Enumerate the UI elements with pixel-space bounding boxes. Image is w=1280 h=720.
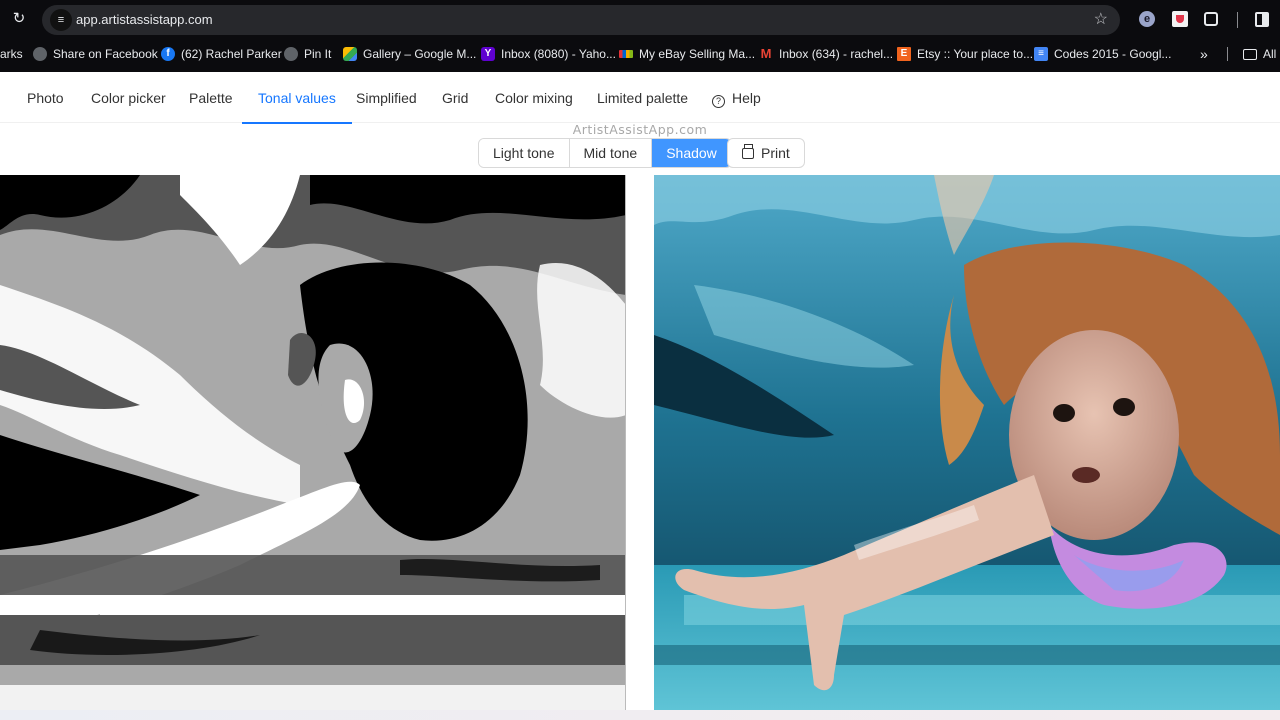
all-bookmarks-label: All xyxy=(1263,47,1277,61)
photo-illustration xyxy=(654,175,1280,710)
question-circle-icon: ? xyxy=(712,95,725,108)
mid-tone-button[interactable]: Mid tone xyxy=(569,139,653,167)
bookmark-label: Gallery – Google M... xyxy=(363,47,477,61)
print-label: Print xyxy=(761,145,790,161)
google-maps-icon xyxy=(343,47,357,61)
tab-grid[interactable]: Grid xyxy=(442,74,468,123)
bookmark-label: Codes 2015 - Googl... xyxy=(1054,47,1172,61)
star-icon[interactable]: ☆ xyxy=(1094,5,1108,35)
shadow-button[interactable]: Shadow xyxy=(652,139,731,167)
site-info-icon[interactable]: ≡ xyxy=(50,9,72,31)
bookmarks-divider xyxy=(1227,47,1228,61)
browser-chrome: ↻ ≡ app.artistassistapp.com ☆ e arks Sha… xyxy=(0,0,1280,72)
app-nav-tabs: Photo Color picker Palette Tonal values … xyxy=(0,74,1280,124)
bookmark-item[interactable]: Share on Facebook xyxy=(33,42,158,66)
reload-icon[interactable]: ↻ xyxy=(10,10,28,28)
globe-icon xyxy=(33,47,47,61)
tab-tonal-values[interactable]: Tonal values xyxy=(242,74,352,124)
bookmark-item[interactable]: Gallery – Google M... xyxy=(343,42,476,66)
tab-simplified[interactable]: Simplified xyxy=(356,74,417,123)
bookmark-label: My eBay Selling Ma... xyxy=(639,47,756,61)
bookmark-item[interactable]: f (62) Rachel Parker xyxy=(161,42,282,66)
google-docs-icon: ≡ xyxy=(1034,47,1048,61)
tab-help[interactable]: ? Help xyxy=(712,74,761,123)
yahoo-icon: Y xyxy=(481,47,495,61)
bookmark-label: Inbox (8080) - Yaho... xyxy=(501,47,616,61)
bookmark-item[interactable]: M Inbox (634) - rachel... xyxy=(759,42,893,66)
side-panel-icon[interactable] xyxy=(1255,12,1269,27)
tab-palette[interactable]: Palette xyxy=(189,74,233,123)
watermark: ArtistAssistApp.com xyxy=(572,122,708,137)
bookmark-label: (62) Rachel Parker xyxy=(181,47,282,61)
tonal-values-illustration xyxy=(0,175,625,710)
bookmark-label: arks xyxy=(0,47,23,61)
more-bookmarks-button[interactable]: » xyxy=(1200,42,1208,66)
url-text[interactable]: app.artistassistapp.com xyxy=(76,5,213,35)
tab-help-label: Help xyxy=(732,90,761,106)
etsy-icon: E xyxy=(897,47,911,61)
globe-icon xyxy=(284,47,298,61)
bookmark-label: Pin It xyxy=(304,47,332,61)
address-bar[interactable]: ≡ app.artistassistapp.com ☆ xyxy=(42,5,1120,35)
bookmark-item[interactable]: arks xyxy=(0,42,23,66)
tone-selector: Light tone Mid tone Shadow xyxy=(478,138,732,168)
toolbar-divider xyxy=(1237,12,1238,28)
browser-toolbar: ↻ ≡ app.artistassistapp.com ☆ e xyxy=(0,0,1280,40)
tab-color-picker[interactable]: Color picker xyxy=(91,74,166,123)
tab-photo[interactable]: Photo xyxy=(27,74,64,123)
gmail-icon: M xyxy=(760,46,772,61)
bookmark-item[interactable]: Y Inbox (8080) - Yaho... xyxy=(481,42,616,66)
all-bookmarks-button[interactable]: All xyxy=(1243,42,1276,66)
folder-icon xyxy=(1243,48,1257,60)
bookmarks-bar: arks Share on Facebook f (62) Rachel Par… xyxy=(0,42,1280,66)
ebay-icon xyxy=(619,50,633,58)
bookmark-item[interactable]: E Etsy :: Your place to... xyxy=(897,42,1033,66)
bookmark-label: Inbox (634) - rachel... xyxy=(779,47,894,61)
bookmark-item[interactable]: Pin It xyxy=(284,42,331,66)
original-photo xyxy=(654,175,1280,710)
bookmark-label: Etsy :: Your place to... xyxy=(917,47,1034,61)
e-extension-icon[interactable]: e xyxy=(1139,11,1155,27)
tab-color-mixing[interactable]: Color mixing xyxy=(495,74,573,123)
bookmark-item[interactable]: My eBay Selling Ma... xyxy=(619,42,755,66)
bottom-edge xyxy=(0,710,1280,720)
printer-icon xyxy=(742,143,754,159)
print-button[interactable]: Print xyxy=(727,138,805,168)
bookmark-item[interactable]: ≡ Codes 2015 - Googl... xyxy=(1034,42,1171,66)
pocket-icon[interactable] xyxy=(1172,11,1188,27)
tab-limited-palette[interactable]: Limited palette xyxy=(597,74,688,123)
tonal-values-image xyxy=(0,175,626,710)
bookmark-label: Share on Facebook xyxy=(53,47,158,61)
light-tone-button[interactable]: Light tone xyxy=(479,139,570,167)
facebook-icon: f xyxy=(161,47,175,61)
puzzle-extensions-icon[interactable] xyxy=(1204,12,1218,26)
